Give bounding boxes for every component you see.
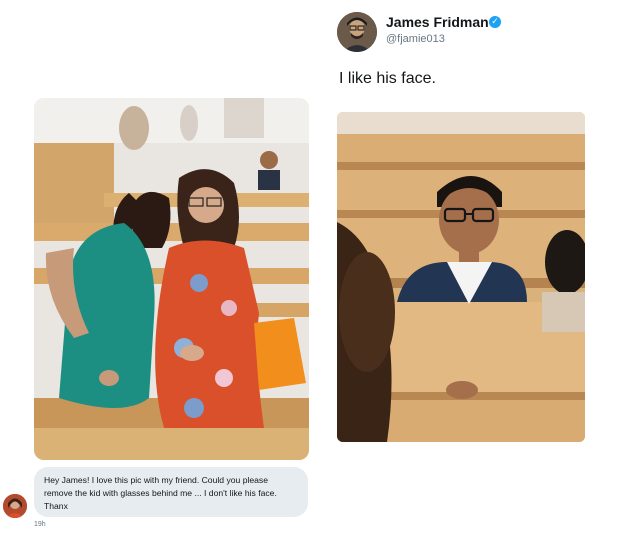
tweet-text: I like his face.	[339, 70, 436, 87]
sender-avatar[interactable]	[3, 494, 27, 518]
edited-photo	[337, 112, 585, 442]
message-bubble: Hey James! I love this pic with my frien…	[34, 467, 308, 517]
author-handle[interactable]: @fjamie013	[386, 33, 445, 45]
message-timestamp: 19h	[34, 521, 46, 528]
original-photo	[34, 98, 309, 460]
verified-badge-icon: ✓	[489, 16, 501, 28]
author-name[interactable]: James Fridman	[386, 14, 489, 30]
author-avatar[interactable]	[337, 12, 377, 52]
